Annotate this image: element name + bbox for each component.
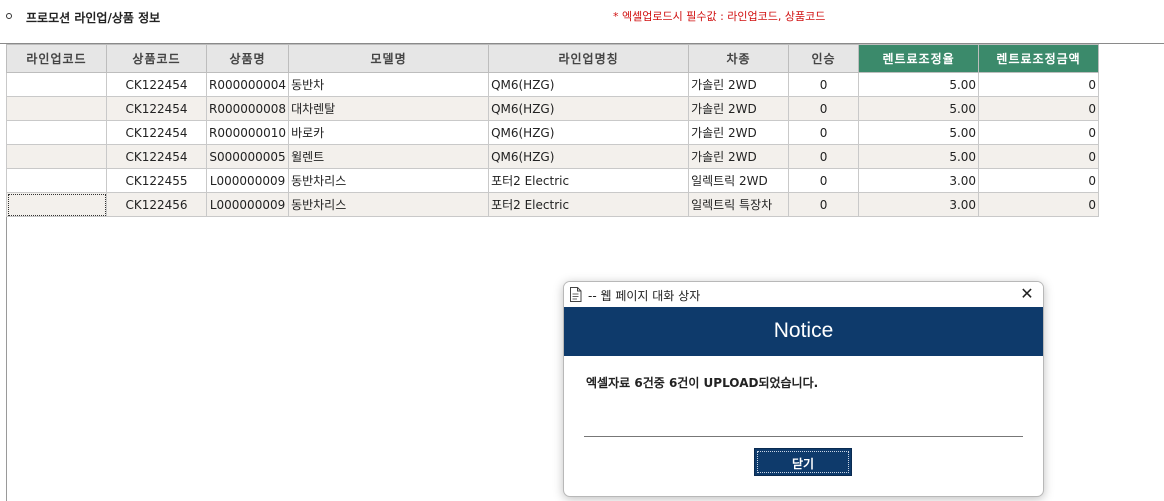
cell-product-code[interactable]: CK122454 (106, 120, 207, 145)
cell-seats[interactable]: 0 (788, 144, 860, 169)
cell-lineup-code[interactable] (6, 96, 107, 121)
cell-model-name[interactable]: 동반차 (288, 72, 490, 97)
table-row[interactable]: CK122455 L000000009 동반차리스 포터2 Electric 일… (6, 168, 1100, 193)
cell-product-name[interactable]: R000000010 (205, 120, 290, 145)
notice-dialog: -- 웹 페이지 대화 상자 ✕ Notice 엑셀자료 6건중 6건이 UPL… (563, 281, 1044, 497)
col-header-product-name[interactable]: 상품명 (205, 44, 290, 73)
cell-rent-rate[interactable]: 5.00 (858, 120, 980, 145)
cell-seats[interactable]: 0 (788, 96, 860, 121)
cell-product-code[interactable]: CK122455 (106, 168, 207, 193)
cell-model-name[interactable]: 대차렌탈 (288, 96, 490, 121)
cell-lineup-name[interactable]: QM6(HZG) (488, 72, 690, 97)
table-row[interactable]: CK122454 R000000004 동반차 QM6(HZG) 가솔린 2WD… (6, 72, 1100, 97)
grid-header-row: 라인업코드 상품코드 상품명 모델명 라인업명칭 차종 인승 렌트료조정율 렌트… (6, 44, 1100, 73)
cell-rent-amount[interactable]: 0 (978, 120, 1100, 145)
cell-rent-amount[interactable]: 0 (978, 192, 1100, 217)
cell-lineup-code[interactable] (6, 144, 107, 169)
table-row[interactable]: CK122456 L000000009 동반차리스 포터2 Electric 일… (6, 192, 1100, 217)
cell-seats[interactable]: 0 (788, 168, 860, 193)
cell-lineup-code[interactable] (6, 72, 107, 97)
cell-model-name[interactable]: 바로카 (288, 120, 490, 145)
col-header-product-code[interactable]: 상품코드 (106, 44, 207, 73)
cell-product-code[interactable]: CK122454 (106, 72, 207, 97)
cell-product-name[interactable]: L000000009 (205, 192, 290, 217)
cell-product-name[interactable]: R000000004 (205, 72, 290, 97)
cell-vehicle-type[interactable]: 가솔린 2WD (688, 144, 790, 169)
section-header: 프로모션 라인업/상품 정보 * 엑셀업로드시 필수값 : 라인업코드, 상품코… (0, 0, 1164, 36)
cell-rent-amount[interactable]: 0 (978, 96, 1100, 121)
cell-product-code[interactable]: CK122454 (106, 96, 207, 121)
cell-lineup-code[interactable] (6, 192, 107, 217)
table-row[interactable]: CK122454 R000000010 바로카 QM6(HZG) 가솔린 2WD… (6, 120, 1100, 145)
table-row[interactable]: CK122454 R000000008 대차렌탈 QM6(HZG) 가솔린 2W… (6, 96, 1100, 121)
close-button[interactable]: 닫기 (754, 448, 852, 476)
cell-model-name[interactable]: 동반차리스 (288, 192, 490, 217)
cell-rent-rate[interactable]: 3.00 (858, 192, 980, 217)
document-icon (569, 287, 582, 305)
dialog-divider (584, 436, 1023, 437)
cell-rent-amount[interactable]: 0 (978, 144, 1100, 169)
cell-rent-rate[interactable]: 3.00 (858, 168, 980, 193)
cell-rent-amount[interactable]: 0 (978, 168, 1100, 193)
col-header-lineup-code[interactable]: 라인업코드 (6, 44, 107, 73)
col-header-lineup-name[interactable]: 라인업명칭 (488, 44, 690, 73)
product-grid: 라인업코드 상품코드 상품명 모델명 라인업명칭 차종 인승 렌트료조정율 렌트… (6, 44, 1100, 217)
cell-lineup-name[interactable]: QM6(HZG) (488, 144, 690, 169)
cell-seats[interactable]: 0 (788, 192, 860, 217)
cell-model-name[interactable]: 윌렌트 (288, 144, 490, 169)
table-row[interactable]: CK122454 S000000005 윌렌트 QM6(HZG) 가솔린 2WD… (6, 144, 1100, 169)
dialog-window-title: -- 웹 페이지 대화 상자 (588, 289, 701, 303)
cell-vehicle-type[interactable]: 가솔린 2WD (688, 120, 790, 145)
cell-product-code[interactable]: CK122456 (106, 192, 207, 217)
cell-lineup-name[interactable]: QM6(HZG) (488, 120, 690, 145)
cell-rent-rate[interactable]: 5.00 (858, 96, 980, 121)
dialog-titlebar[interactable]: -- 웹 페이지 대화 상자 ✕ (564, 282, 1043, 307)
cell-rent-rate[interactable]: 5.00 (858, 144, 980, 169)
cell-vehicle-type[interactable]: 가솔린 2WD (688, 72, 790, 97)
cell-rent-rate[interactable]: 5.00 (858, 72, 980, 97)
cell-rent-amount[interactable]: 0 (978, 72, 1100, 97)
section-title: 프로모션 라인업/상품 정보 (26, 11, 161, 25)
col-header-vehicle-type[interactable]: 차종 (688, 44, 790, 73)
close-button-label: 닫기 (791, 457, 815, 471)
cell-lineup-name[interactable]: 포터2 Electric (488, 192, 690, 217)
upload-result-message: 엑셀자료 6건중 6건이 UPLOAD되었습니다. (586, 376, 819, 390)
cell-vehicle-type[interactable]: 일렉트릭 특장차 (688, 192, 790, 217)
cell-lineup-name[interactable]: 포터2 Electric (488, 168, 690, 193)
cell-seats[interactable]: 0 (788, 72, 860, 97)
cell-seats[interactable]: 0 (788, 120, 860, 145)
cell-product-code[interactable]: CK122454 (106, 144, 207, 169)
cell-vehicle-type[interactable]: 가솔린 2WD (688, 96, 790, 121)
col-header-seats[interactable]: 인승 (788, 44, 860, 73)
col-header-rent-rate[interactable]: 렌트료조정율 (858, 44, 980, 73)
col-header-rent-amount[interactable]: 렌트료조정금액 (978, 44, 1100, 73)
cell-product-name[interactable]: R000000008 (205, 96, 290, 121)
upload-required-note: * 엑셀업로드시 필수값 : 라인업코드, 상품코드 (613, 10, 826, 23)
bullet-icon (6, 13, 12, 19)
cell-lineup-code[interactable] (6, 120, 107, 145)
notice-banner: Notice (564, 307, 1043, 356)
cell-lineup-name[interactable]: QM6(HZG) (488, 96, 690, 121)
cell-model-name[interactable]: 동반차리스 (288, 168, 490, 193)
cell-product-name[interactable]: S000000005 (205, 144, 290, 169)
close-icon[interactable]: ✕ (1015, 283, 1039, 305)
cell-vehicle-type[interactable]: 일렉트릭 2WD (688, 168, 790, 193)
col-header-model-name[interactable]: 모델명 (288, 44, 490, 73)
notice-heading: Notice (773, 319, 834, 342)
cell-lineup-code[interactable] (6, 168, 107, 193)
cell-product-name[interactable]: L000000009 (205, 168, 290, 193)
